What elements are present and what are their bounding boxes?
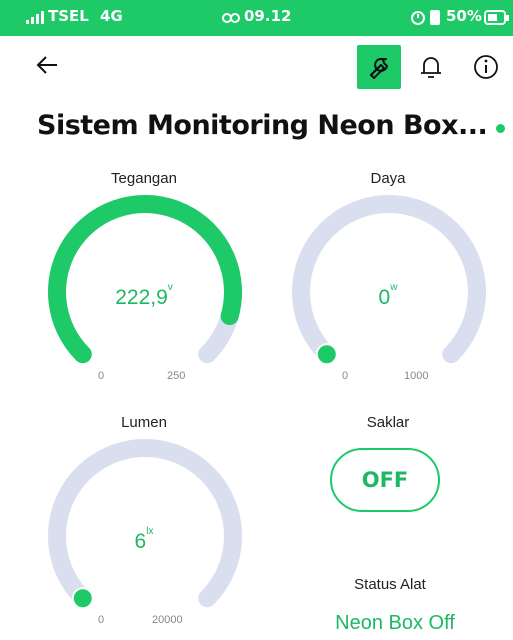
info-button[interactable] <box>472 53 500 81</box>
toolbar <box>0 36 513 100</box>
gauge-max-lumen: 20000 <box>152 614 183 626</box>
signal-icon <box>26 11 48 30</box>
gauge-knob <box>315 343 338 366</box>
settings-button[interactable] <box>357 45 401 89</box>
gauge-min-tegangan: 0 <box>98 370 105 382</box>
battery-icon <box>484 10 510 31</box>
gauge-value-lumen: 6lx <box>134 526 154 553</box>
status-bar: TSEL 4G 09.12 50% <box>0 0 513 36</box>
link-icon <box>222 11 240 30</box>
wrench-icon <box>370 58 388 79</box>
gauge-min-daya: 0 <box>342 370 349 382</box>
clock: 09.12 <box>244 7 292 25</box>
gauge-value-tegangan: 222,9v <box>115 282 173 309</box>
gauge-track <box>292 195 486 364</box>
vibrate-icon <box>428 9 442 32</box>
gauge-track <box>48 439 242 608</box>
notifications-button[interactable] <box>418 53 444 81</box>
alarm-icon <box>410 10 426 31</box>
switch-label: Saklar <box>366 414 410 431</box>
device-status-value: Neon Box Off <box>335 612 455 634</box>
online-status-indicator <box>496 124 505 133</box>
gauge-label-lumen: Lumen <box>121 414 167 431</box>
gauge-value-daya: 0w <box>378 282 398 309</box>
gauge-label-daya: Daya <box>370 170 406 187</box>
gauge-fill <box>48 195 242 364</box>
gauge-max-tegangan: 250 <box>167 370 186 382</box>
network-type: 4G <box>100 7 123 25</box>
gauge-min-lumen: 0 <box>98 614 105 626</box>
device-status-label: Status Alat <box>354 576 426 593</box>
gauge-max-daya: 1000 <box>404 370 429 382</box>
bell-icon <box>421 57 441 78</box>
gauge-knob <box>71 587 94 610</box>
battery-percent: 50% <box>446 7 482 25</box>
gauge-label-tegangan: Tegangan <box>111 170 177 187</box>
info-icon <box>474 55 498 79</box>
page-title: Sistem Monitoring Neon Box... <box>37 110 488 141</box>
power-switch-button[interactable]: OFF <box>330 448 440 512</box>
carrier-name: TSEL <box>48 7 89 25</box>
back-button[interactable] <box>34 52 60 78</box>
arrow-left-icon <box>36 56 57 74</box>
